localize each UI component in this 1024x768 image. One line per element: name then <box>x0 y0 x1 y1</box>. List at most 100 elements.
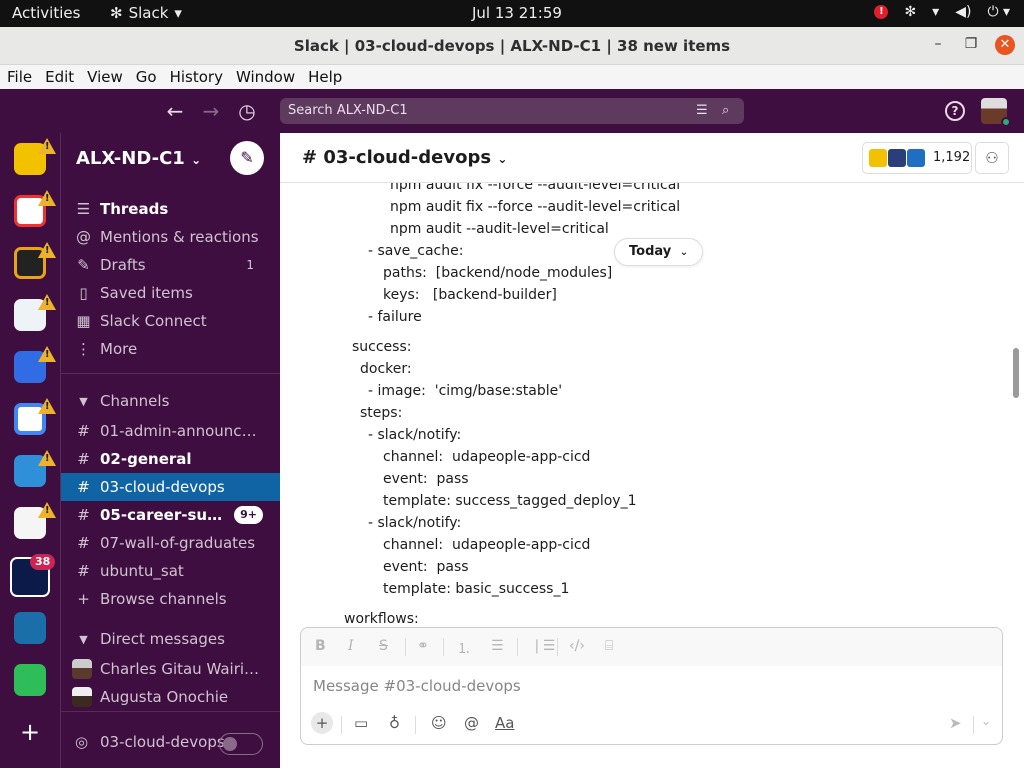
channels-section-header[interactable]: ▼ Channels <box>61 387 280 415</box>
code-line: template: basic_success_1 <box>383 581 570 597</box>
bold-icon[interactable]: B <box>315 638 326 654</box>
message-list[interactable]: npm audit fix --force --audit-level=crit… <box>280 183 1010 627</box>
slack-app-icon: ✻ <box>110 4 123 22</box>
code-line: paths: [backend/node_modules] <box>383 265 613 281</box>
sidebar-item-channel-active[interactable]: # 03-cloud-devops <box>61 473 280 501</box>
sidebar-item-channel[interactable]: # 01-admin-announcem... <box>61 417 280 445</box>
hash-icon: # <box>77 422 90 440</box>
history-clock-icon[interactable]: ◷ <box>235 99 259 123</box>
filter-sliders-icon[interactable]: ☰ <box>696 98 708 124</box>
avatar <box>72 659 92 679</box>
code-block-icon[interactable]: ⌸ <box>605 638 613 654</box>
sidebar-item-more[interactable]: ⋮ More <box>61 335 280 363</box>
search-icon[interactable]: ⌕ <box>722 98 729 124</box>
hash-icon: # <box>77 450 90 468</box>
close-window-button[interactable]: ✕ <box>995 35 1015 55</box>
send-icon[interactable]: ➤ <box>949 714 962 732</box>
drafts-count: 1 <box>246 258 254 272</box>
app-menu[interactable]: ✻ Slack ▾ <box>110 4 182 22</box>
more-vertical-icon: ⋮ <box>76 340 91 358</box>
bulleted-list-icon[interactable]: ☰ <box>491 638 504 654</box>
formatting-toggle-button[interactable]: Aa <box>495 714 514 732</box>
code-line: - slack/notify: <box>368 427 462 443</box>
sidebar-item-dm[interactable]: Augusta Onochie <box>61 683 280 711</box>
maximize-button[interactable]: ❐ <box>961 36 981 52</box>
toolbar-divider <box>517 638 518 656</box>
menu-window[interactable]: Window <box>236 65 295 89</box>
workspace-name[interactable]: ALX-ND-C1 ⌄ <box>76 148 201 169</box>
code-line: workflows: <box>344 611 419 627</box>
search-placeholder: Search ALX-ND-C1 <box>288 103 408 118</box>
back-arrow-icon[interactable]: ← <box>163 99 187 123</box>
power-icon[interactable]: ⏻ ▾ <box>987 4 1010 20</box>
italic-icon[interactable]: I <box>348 638 354 654</box>
video-icon[interactable]: ▭ <box>354 714 368 732</box>
sidebar-item-saved[interactable]: ▯ Saved items <box>61 279 280 307</box>
message-composer[interactable]: B I S ⚭ ⒈ ☰ ❘☰ ‹/› ⌸ Message #03-cloud-d… <box>300 627 1003 745</box>
menu-file[interactable]: File <box>7 65 32 89</box>
search-bar[interactable]: Search ALX-ND-C1 ☰ ⌕ <box>280 98 744 124</box>
dm-section-header[interactable]: ▼ Direct messages <box>61 625 280 653</box>
alert-icon[interactable]: ! <box>874 5 889 19</box>
workspace-icon-11[interactable] <box>14 664 46 696</box>
forward-arrow-icon[interactable]: → <box>199 99 223 123</box>
members-button[interactable]: 1,192 <box>862 142 972 174</box>
menu-go[interactable]: Go <box>136 65 157 89</box>
menu-help[interactable]: Help <box>308 65 342 89</box>
code-line: steps: <box>360 405 403 421</box>
activities-button[interactable]: Activities <box>12 4 80 22</box>
date-divider-button[interactable]: Today ⌄ <box>614 238 704 266</box>
link-icon[interactable]: ⚭ <box>417 638 429 654</box>
window-title: Slack | 03-cloud-devops | ALX-ND-C1 | 38… <box>293 37 731 55</box>
system-tray[interactable]: ! ✻ ▾ ◀) ⏻ ▾ <box>874 4 1010 20</box>
huddle-toggle[interactable] <box>219 733 263 755</box>
add-workspace-icon[interactable]: + <box>20 718 40 746</box>
sidebar-item-channel[interactable]: # 07-wall-of-graduates <box>61 529 280 557</box>
microphone-icon[interactable]: ♁ <box>389 714 400 732</box>
help-icon[interactable]: ? <box>945 101 965 121</box>
hash-icon: # <box>77 562 90 580</box>
scrollbar[interactable] <box>1013 348 1019 398</box>
emoji-icon[interactable]: ☺ <box>431 714 447 732</box>
caret-down-icon: ▼ <box>79 394 88 408</box>
code-line: - failure <box>368 309 422 325</box>
sidebar-item-dm[interactable]: Charles Gitau Wairimu... <box>61 655 280 683</box>
code-icon[interactable]: ‹/› <box>569 638 585 654</box>
mention-icon[interactable]: @ <box>464 714 479 732</box>
hash-icon: # <box>77 506 90 524</box>
channel-title[interactable]: # 03-cloud-devops ⌄ <box>302 147 507 168</box>
code-line: template: success_tagged_deploy_1 <box>383 493 637 509</box>
blockquote-icon[interactable]: ❘☰ <box>531 638 555 654</box>
compose-button[interactable]: ✎ <box>230 141 264 175</box>
headphones-icon: ◎ <box>75 733 89 751</box>
sidebar-item-slack-connect[interactable]: ▦ Slack Connect <box>61 307 280 335</box>
sidebar-item-channel[interactable]: # 05-career-suppor... 9+ <box>61 501 280 529</box>
strikethrough-icon[interactable]: S <box>379 638 388 654</box>
wifi-icon[interactable]: ▾ <box>932 4 939 20</box>
code-line: npm audit --audit-level=critical <box>390 221 609 237</box>
attach-plus-icon[interactable]: + <box>311 712 333 734</box>
hash-icon: # <box>77 534 90 552</box>
code-line: keys: [backend-builder] <box>383 287 557 303</box>
formatting-toolbar: B I S ⚭ ⒈ ☰ ❘☰ ‹/› ⌸ <box>301 628 1002 666</box>
browse-channels-button[interactable]: + Browse channels <box>61 585 280 613</box>
sidebar-item-threads[interactable]: ☰ Threads <box>61 195 280 223</box>
slack-tray-icon[interactable]: ✻ <box>904 4 916 20</box>
sidebar-item-drafts[interactable]: ✎ Drafts 1 <box>61 251 280 279</box>
volume-icon[interactable]: ◀) <box>955 4 971 20</box>
sidebar-item-channel[interactable]: # 02-general <box>61 445 280 473</box>
message-input[interactable]: Message #03-cloud-devops <box>313 677 521 695</box>
sidebar-item-mentions[interactable]: @ Mentions & reactions <box>61 223 280 251</box>
minimize-button[interactable]: – <box>928 36 948 52</box>
menu-view[interactable]: View <box>87 65 123 89</box>
workspace-icon-10[interactable] <box>14 612 46 644</box>
bookmark-icon: ▯ <box>79 284 88 302</box>
sidebar-item-channel[interactable]: # ubuntu_sat <box>61 557 280 585</box>
ordered-list-icon[interactable]: ⒈ <box>457 638 471 658</box>
send-options-chevron-icon[interactable]: ⌄ <box>981 714 991 728</box>
caret-down-icon: ▼ <box>79 632 88 646</box>
clock[interactable]: Jul 13 21:59 <box>472 4 562 22</box>
add-member-icon[interactable]: ⚇ <box>975 142 1009 174</box>
menu-edit[interactable]: Edit <box>45 65 74 89</box>
menu-history[interactable]: History <box>170 65 223 89</box>
